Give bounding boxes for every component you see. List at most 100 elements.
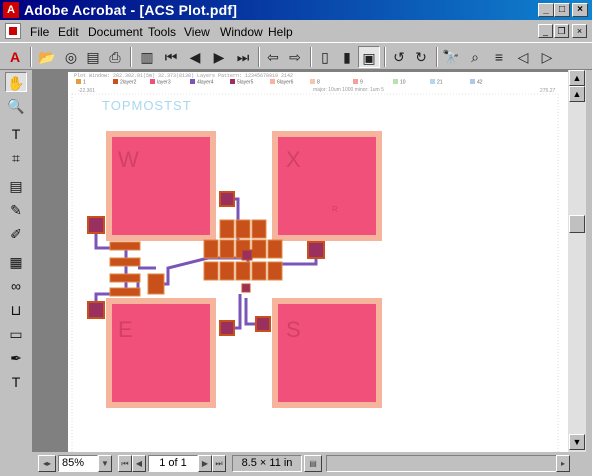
resistor-4 bbox=[109, 287, 141, 297]
minimize-button[interactable]: _ bbox=[538, 3, 554, 17]
status-last-page-icon[interactable]: ⏭ bbox=[212, 455, 226, 472]
status-previous-page-icon[interactable]: ◀ bbox=[132, 455, 146, 472]
movie-tool-icon[interactable]: ▦ bbox=[5, 252, 27, 272]
rotate-right-icon[interactable]: ↻ bbox=[410, 46, 432, 68]
menu-edit[interactable]: Edit bbox=[58, 25, 79, 39]
rotate-left-icon[interactable]: ↺ bbox=[388, 46, 410, 68]
legend-label-10: 10 bbox=[400, 80, 406, 86]
go-back-icon[interactable]: ⇦ bbox=[262, 46, 284, 68]
layout-plot: Plot Window: 282.302.01(5m) 32.373(8138)… bbox=[71, 73, 559, 452]
device-tile-10 bbox=[219, 261, 235, 281]
status-next-page-icon[interactable]: ▶ bbox=[198, 455, 212, 472]
show-navigation-pane-icon[interactable]: ▥ bbox=[136, 46, 158, 68]
menu-view[interactable]: View bbox=[184, 25, 210, 39]
crop-tool-icon[interactable]: ⌗ bbox=[5, 148, 27, 168]
touchup-text-tool-icon[interactable]: T bbox=[5, 372, 27, 392]
document-pane[interactable]: Plot Window: 282.302.01(5m) 32.373(8138)… bbox=[32, 70, 568, 452]
menu-document[interactable]: Document bbox=[88, 25, 143, 39]
scroll-up-button-2[interactable]: ▲ bbox=[569, 86, 585, 102]
status-first-page-icon[interactable]: ⏮ bbox=[118, 455, 132, 472]
acrobat-app-icon[interactable]: A bbox=[3, 2, 19, 18]
doc-minimize-button[interactable]: _ bbox=[538, 24, 553, 38]
save-icon[interactable]: ▤ bbox=[82, 46, 104, 68]
device-tile-7 bbox=[251, 239, 267, 259]
previous-highlight-icon[interactable]: ◁ bbox=[512, 46, 534, 68]
document-icon[interactable] bbox=[5, 23, 21, 39]
page-number-field[interactable]: 1 of 1 bbox=[148, 455, 198, 472]
print-icon[interactable]: ⎙ bbox=[104, 46, 126, 68]
link-tool-icon[interactable]: ∞ bbox=[5, 276, 27, 296]
zoom-tool-icon[interactable]: 🔍 bbox=[5, 96, 27, 116]
form-tool-icon[interactable]: ▭ bbox=[5, 324, 27, 344]
contact-3 bbox=[219, 191, 235, 207]
previous-page-icon[interactable]: ◀ bbox=[184, 46, 206, 68]
legend-label-9: 9 bbox=[360, 80, 363, 86]
legend-swatch-5 bbox=[230, 79, 235, 84]
menu-tools[interactable]: Tools bbox=[148, 25, 176, 39]
resistor-1 bbox=[109, 241, 141, 251]
note-tool-icon[interactable]: ▤ bbox=[5, 176, 27, 196]
maximize-button[interactable]: □ bbox=[554, 3, 570, 17]
small-label-r: R bbox=[332, 205, 338, 214]
legend-swatch-4 bbox=[190, 79, 195, 84]
search-results-icon[interactable]: ≡ bbox=[488, 46, 510, 68]
acrobat-logo-icon: A bbox=[9, 49, 21, 65]
doc-close-button[interactable]: × bbox=[572, 24, 587, 38]
legend-swatch-8 bbox=[310, 79, 315, 84]
zoom-dropdown-icon[interactable]: ▼ bbox=[98, 455, 112, 472]
actual-size-icon[interactable]: ▯ bbox=[314, 46, 336, 68]
hand-tool-icon[interactable]: ✋ bbox=[5, 72, 27, 92]
scroll-right-button[interactable]: ▸ bbox=[556, 455, 570, 472]
menu-file[interactable]: File bbox=[30, 25, 49, 39]
legend-swatch-1 bbox=[76, 79, 81, 84]
article-tool-icon[interactable]: ⊔ bbox=[5, 300, 27, 320]
zoom-field[interactable]: 85% bbox=[58, 455, 98, 472]
legend-swatch-42 bbox=[470, 79, 475, 84]
close-button[interactable]: × bbox=[572, 3, 588, 17]
legend-label-1: 1 bbox=[83, 80, 86, 86]
via-2 bbox=[241, 283, 251, 293]
contact-4 bbox=[307, 241, 325, 259]
via-1 bbox=[241, 249, 253, 261]
highlight-tool-icon[interactable]: ✐ bbox=[5, 224, 27, 244]
page-size-field: 8.5 × 11 in bbox=[232, 455, 302, 472]
menu-bar: File Edit Document Tools View Window Hel… bbox=[0, 20, 592, 42]
menu-window[interactable]: Window bbox=[220, 25, 263, 39]
text-select-tool-icon[interactable]: T bbox=[5, 124, 27, 144]
doc-restore-button[interactable]: ❐ bbox=[554, 24, 569, 38]
legend-label-8: 8 bbox=[317, 80, 320, 86]
digital-signature-tool-icon[interactable]: ✒ bbox=[5, 348, 27, 368]
device-tile-4 bbox=[203, 239, 219, 259]
transistor-small bbox=[147, 273, 165, 295]
legend-label-6: 6layer6 bbox=[277, 80, 294, 86]
open-icon[interactable]: 📂 bbox=[36, 46, 58, 68]
legend-swatch-6 bbox=[270, 79, 275, 84]
scroll-up-button[interactable]: ▲ bbox=[569, 70, 585, 86]
last-page-icon[interactable]: ⏭ bbox=[232, 46, 254, 68]
pad-label-x: X bbox=[286, 147, 301, 172]
legend-label-3: layer3 bbox=[157, 80, 171, 86]
scroll-down-button[interactable]: ▼ bbox=[569, 434, 585, 450]
vertical-scrollbar[interactable]: ▲ ▲ ▼ bbox=[568, 70, 586, 452]
horizontal-scrollbar[interactable] bbox=[326, 455, 570, 472]
fit-width-icon[interactable]: ▣ bbox=[358, 46, 380, 68]
search-index-icon[interactable]: ⌕ bbox=[464, 46, 486, 68]
fit-page-icon[interactable]: ▮ bbox=[336, 46, 358, 68]
go-forward-icon[interactable]: ⇨ bbox=[284, 46, 306, 68]
next-highlight-icon[interactable]: ▷ bbox=[536, 46, 558, 68]
split-handle-icon[interactable]: ◂▸ bbox=[38, 455, 56, 472]
legend-label-2: 2layer2 bbox=[120, 80, 137, 86]
menu-help[interactable]: Help bbox=[268, 25, 293, 39]
device-tile-3 bbox=[251, 219, 267, 239]
find-icon[interactable]: 🔭 bbox=[440, 46, 462, 68]
scroll-thumb[interactable] bbox=[569, 215, 585, 233]
next-page-icon[interactable]: ▶ bbox=[208, 46, 230, 68]
web-capture-icon[interactable]: ◎ bbox=[60, 46, 82, 68]
device-tile-5 bbox=[219, 239, 235, 259]
legend-label-21: 21 bbox=[437, 80, 443, 86]
pencil-tool-icon[interactable]: ✎ bbox=[5, 200, 27, 220]
first-page-icon[interactable]: ⏮ bbox=[160, 46, 182, 68]
legend-label-4: 4layer4 bbox=[197, 80, 214, 86]
page-layout-icon[interactable]: ▤ bbox=[304, 455, 322, 472]
toolbar: A 📂 ◎ ▤ ⎙ ▥ ⏮ ◀ ▶ ⏭ ⇦ ⇨ ▯ ▮ ▣ ↺ ↻ 🔭 ⌕ ≡ … bbox=[0, 42, 592, 70]
